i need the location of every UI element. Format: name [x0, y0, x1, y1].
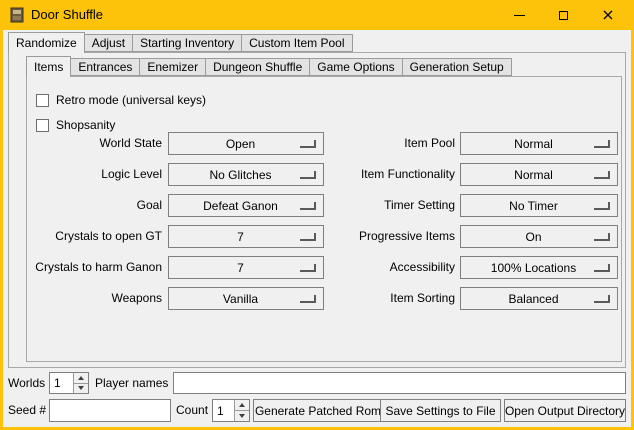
seed-input[interactable] [49, 399, 171, 422]
item-sorting-dropdown[interactable]: Balanced [460, 287, 618, 310]
tab-entrances[interactable]: Entrances [70, 58, 140, 76]
spin-up-button[interactable] [74, 373, 88, 384]
menu-indicator-icon [300, 233, 316, 241]
minimize-button[interactable] [497, 1, 541, 29]
crystals-open-gt-dropdown[interactable]: 7 [168, 225, 324, 248]
seed-label: Seed # [8, 399, 46, 422]
spin-down-button[interactable] [74, 384, 88, 394]
menu-indicator-icon [594, 202, 610, 210]
menu-indicator-icon [300, 171, 316, 179]
items-pane [26, 76, 622, 362]
main-tab-bar: Randomize Adjust Starting Inventory Cust… [8, 32, 352, 53]
spin-arrows [234, 400, 249, 421]
count-input[interactable] [213, 400, 234, 421]
checkbox-box-icon [36, 94, 49, 107]
player-names-label: Player names [95, 372, 168, 394]
world-state-label: World State [20, 132, 162, 155]
tab-items[interactable]: Items [26, 56, 71, 77]
retro-mode-checkbox[interactable]: Retro mode (universal keys) [36, 92, 206, 108]
accessibility-label: Accessibility [330, 256, 455, 279]
tab-custom-item-pool[interactable]: Custom Item Pool [241, 34, 352, 52]
arrow-up-icon [78, 376, 84, 380]
tab-adjust[interactable]: Adjust [84, 34, 133, 52]
crystals-harm-ganon-dropdown[interactable]: 7 [168, 256, 324, 279]
timer-setting-dropdown[interactable]: No Timer [460, 194, 618, 217]
maximize-icon [559, 11, 568, 20]
accessibility-dropdown[interactable]: 100% Locations [460, 256, 618, 279]
goal-dropdown[interactable]: Defeat Ganon [168, 194, 324, 217]
checkbox-label: Retro mode (universal keys) [56, 93, 206, 107]
count-spinbox[interactable] [212, 399, 250, 422]
checkbox-label: Shopsanity [56, 118, 115, 132]
minimize-icon [514, 15, 525, 16]
window-body: Randomize Adjust Starting Inventory Cust… [3, 30, 631, 427]
arrow-down-icon [239, 414, 245, 418]
titlebar: Door Shuffle × [0, 0, 634, 30]
tab-starting-inventory[interactable]: Starting Inventory [132, 34, 242, 52]
goal-label: Goal [20, 194, 162, 217]
menu-indicator-icon [594, 140, 610, 148]
item-pool-label: Item Pool [330, 132, 455, 155]
menu-indicator-icon [300, 140, 316, 148]
open-output-directory-button[interactable]: Open Output Directory [504, 399, 626, 422]
arrow-down-icon [78, 386, 84, 390]
menu-indicator-icon [594, 295, 610, 303]
timer-setting-label: Timer Setting [330, 194, 455, 217]
menu-indicator-icon [594, 171, 610, 179]
maximize-button[interactable] [541, 1, 585, 29]
menu-indicator-icon [594, 233, 610, 241]
close-icon: × [601, 7, 614, 23]
world-state-dropdown[interactable]: Open [168, 132, 324, 155]
arrow-up-icon [239, 403, 245, 407]
crystals-harm-ganon-label: Crystals to harm Ganon [20, 256, 162, 279]
spin-down-button[interactable] [235, 411, 249, 421]
item-sorting-label: Item Sorting [330, 287, 455, 310]
crystals-open-gt-label: Crystals to open GT [20, 225, 162, 248]
weapons-label: Weapons [20, 287, 162, 310]
checkbox-box-icon [36, 119, 49, 132]
spin-arrows [73, 373, 88, 393]
spin-up-button[interactable] [235, 400, 249, 411]
logic-level-label: Logic Level [20, 163, 162, 186]
menu-indicator-icon [594, 264, 610, 272]
tab-game-options[interactable]: Game Options [309, 58, 402, 76]
logic-level-dropdown[interactable]: No Glitches [168, 163, 324, 186]
app-icon [9, 7, 25, 23]
count-label: Count [176, 399, 208, 422]
item-functionality-label: Item Functionality [330, 163, 455, 186]
weapons-dropdown[interactable]: Vanilla [168, 287, 324, 310]
generate-patched-rom-button[interactable]: Generate Patched Rom [253, 399, 383, 422]
tab-enemizer[interactable]: Enemizer [139, 58, 206, 76]
player-names-input[interactable] [173, 372, 626, 394]
window-title: Door Shuffle [31, 7, 103, 23]
worlds-spinbox[interactable] [49, 372, 89, 394]
tab-generation-setup[interactable]: Generation Setup [402, 58, 512, 76]
progressive-items-dropdown[interactable]: On [460, 225, 618, 248]
sub-tab-bar: Items Entrances Enemizer Dungeon Shuffle… [26, 56, 511, 77]
worlds-label: Worlds [8, 372, 45, 394]
app-window: Door Shuffle × Randomize Adjust Starting… [0, 0, 634, 430]
progressive-items-label: Progressive Items [330, 225, 455, 248]
worlds-input[interactable] [50, 373, 73, 393]
save-settings-button[interactable]: Save Settings to File [380, 399, 501, 422]
item-pool-dropdown[interactable]: Normal [460, 132, 618, 155]
menu-indicator-icon [300, 202, 316, 210]
item-functionality-dropdown[interactable]: Normal [460, 163, 618, 186]
close-button[interactable]: × [585, 1, 631, 29]
menu-indicator-icon [300, 295, 316, 303]
menu-indicator-icon [300, 264, 316, 272]
tab-randomize[interactable]: Randomize [8, 32, 85, 53]
shopsanity-checkbox[interactable]: Shopsanity [36, 117, 115, 133]
tab-dungeon-shuffle[interactable]: Dungeon Shuffle [205, 58, 310, 76]
